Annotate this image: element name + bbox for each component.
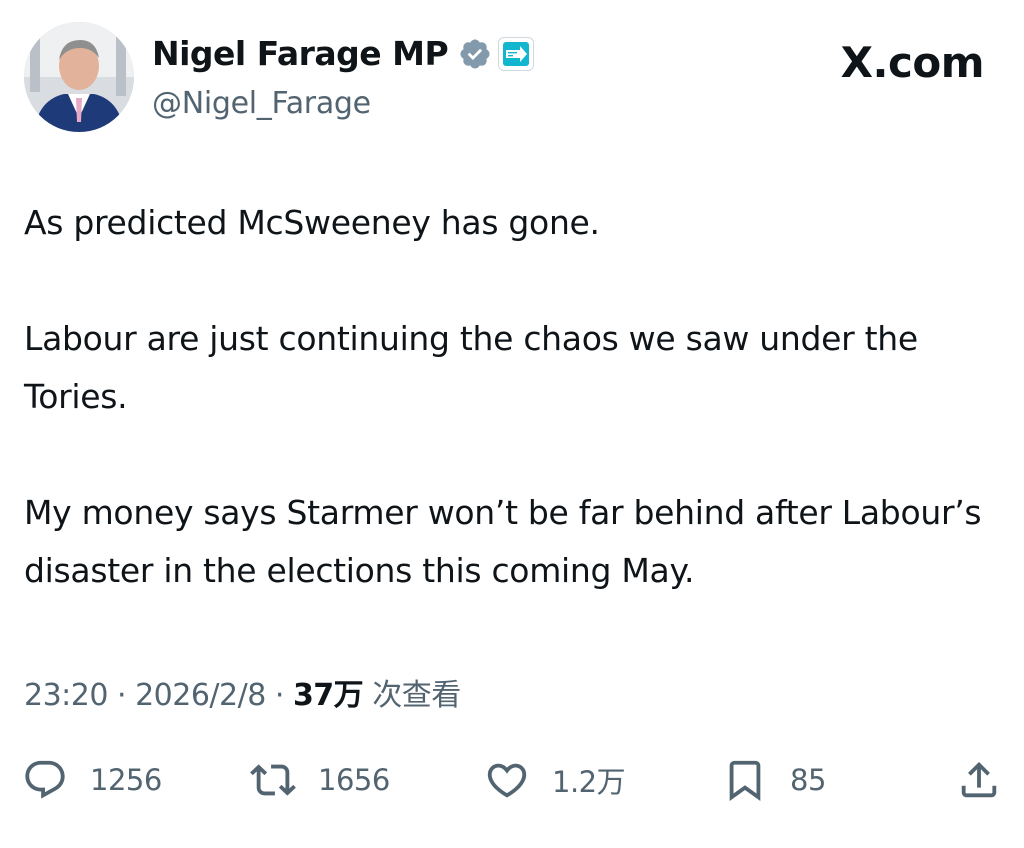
reply-icon: [22, 757, 68, 803]
bookmark-icon: [722, 757, 768, 803]
tweet-paragraph: My money says Starmer won’t be far behin…: [24, 484, 1004, 600]
like-count: 1.2万: [552, 759, 625, 801]
tweet-text: As predicted McSweeney has gone. Labour …: [24, 194, 1004, 600]
avatar[interactable]: [24, 22, 134, 132]
user-handle[interactable]: @Nigel_Farage: [152, 86, 371, 121]
display-name-row: Nigel Farage MP: [152, 34, 534, 73]
tweet-paragraph: Labour are just continuing the chaos we …: [24, 310, 1004, 426]
verified-badge-icon[interactable]: [458, 37, 492, 71]
bookmark-count: 85: [790, 763, 826, 797]
like-button[interactable]: 1.2万: [484, 752, 625, 808]
tweet-date[interactable]: 2026/2/8: [135, 678, 266, 713]
heart-icon: [484, 757, 530, 803]
reply-button[interactable]: 1256: [22, 752, 162, 808]
display-name[interactable]: Nigel Farage MP: [152, 34, 448, 73]
retweet-button[interactable]: 1656: [250, 752, 390, 808]
share-button[interactable]: [956, 752, 1002, 808]
tweet-time[interactable]: 23:20: [24, 678, 108, 713]
avatar-photo: [24, 22, 134, 132]
views-count[interactable]: 37万: [293, 678, 363, 713]
bookmark-button[interactable]: 85: [722, 752, 826, 808]
reform-uk-logo-icon: [502, 41, 530, 67]
meta-separator: ·: [266, 678, 293, 713]
action-bar: 1256 1656 1.2万 85: [22, 752, 1002, 808]
affiliate-badge[interactable]: [498, 37, 534, 71]
tweet-meta: 23:20 · 2026/2/8 · 37万 次查看: [24, 670, 461, 714]
reply-count: 1256: [90, 763, 162, 797]
retweet-count: 1656: [318, 763, 390, 797]
share-icon: [956, 757, 1002, 803]
brand-logo: X.com: [841, 38, 984, 87]
meta-separator: ·: [108, 678, 135, 713]
retweet-icon: [250, 757, 296, 803]
views-label: 次查看: [363, 678, 461, 713]
tweet-paragraph: As predicted McSweeney has gone.: [24, 194, 1004, 252]
